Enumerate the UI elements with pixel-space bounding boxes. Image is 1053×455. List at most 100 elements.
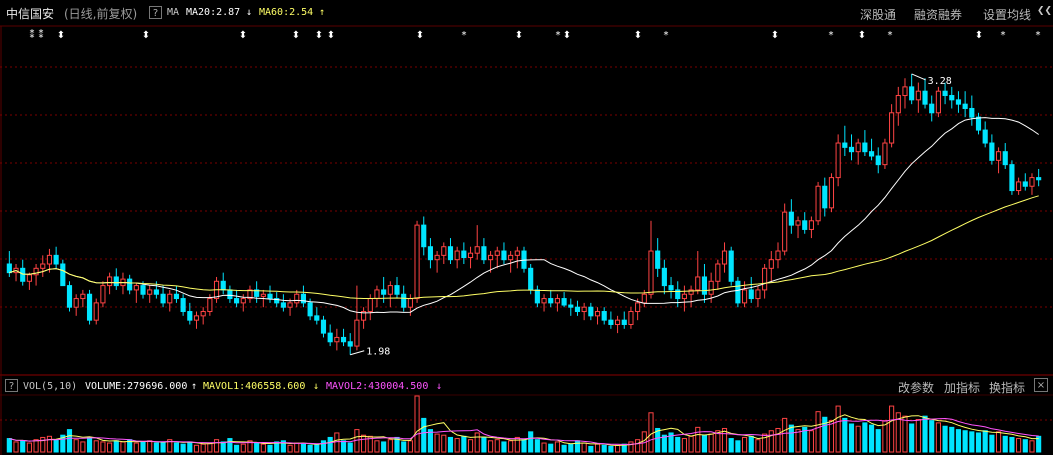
candle-up bbox=[641, 293, 647, 304]
candle-down bbox=[6, 263, 12, 274]
candle-down bbox=[989, 142, 995, 161]
volume-bar-up bbox=[407, 440, 413, 453]
volume-value: VOLUME:279696.000 bbox=[85, 381, 188, 392]
candle-down bbox=[394, 285, 400, 295]
candle-down bbox=[53, 254, 59, 265]
candle-up bbox=[762, 267, 768, 291]
candle-up bbox=[147, 289, 153, 295]
volume-bar-up bbox=[1016, 438, 1022, 453]
switch-indicator-button[interactable]: 换指标 bbox=[989, 379, 1025, 396]
candle-up bbox=[808, 220, 814, 230]
candle-down bbox=[561, 298, 567, 306]
candle-down bbox=[113, 276, 119, 287]
volume-bar-down bbox=[347, 442, 353, 453]
candle-down bbox=[267, 293, 273, 300]
close-icon[interactable]: × bbox=[1034, 378, 1048, 392]
volume-bar-down bbox=[548, 443, 554, 453]
candle-down bbox=[1009, 164, 1015, 192]
event-marker-icon: ⬍ bbox=[515, 30, 523, 41]
volume-bar-down bbox=[254, 442, 260, 453]
volume-bar-up bbox=[33, 439, 39, 453]
volume-bar-up bbox=[387, 439, 393, 453]
volume-bar-up bbox=[494, 439, 500, 453]
mavol2-trend-icon: ↓ bbox=[436, 381, 443, 392]
candle-up bbox=[554, 298, 560, 304]
volume-bar-down bbox=[989, 434, 995, 453]
candle-up bbox=[287, 302, 293, 308]
candle-up bbox=[615, 319, 621, 325]
event-marker-icon: ⁑ bbox=[39, 28, 44, 41]
candle-up bbox=[367, 298, 373, 313]
volume-bar-down bbox=[160, 441, 166, 453]
candle-up bbox=[828, 177, 835, 209]
event-marker-icon: ⬍ bbox=[563, 30, 571, 41]
volume-bar-down bbox=[735, 440, 741, 453]
candle-down bbox=[735, 280, 741, 304]
candle-down bbox=[300, 293, 307, 304]
candle-down bbox=[153, 289, 159, 295]
candle-down bbox=[220, 280, 226, 291]
candle-down bbox=[320, 319, 327, 334]
volume-bar-up bbox=[147, 440, 153, 453]
candle-down bbox=[621, 319, 627, 325]
volume-bar-up bbox=[855, 425, 861, 453]
volume-bar-up bbox=[708, 433, 714, 453]
volume-bar-down bbox=[949, 426, 955, 453]
volume-bar-down bbox=[868, 424, 875, 453]
volume-bar-down bbox=[187, 441, 193, 453]
candle-up bbox=[374, 289, 380, 300]
candle-down bbox=[962, 103, 968, 109]
volume-bar-down bbox=[975, 432, 982, 453]
candle-down bbox=[574, 306, 581, 313]
volume-bar-up bbox=[240, 443, 246, 453]
candle-up bbox=[488, 254, 494, 261]
volume-bar-up bbox=[581, 442, 587, 453]
add-indicator-button[interactable]: 加指标 bbox=[944, 379, 980, 396]
event-marker-icon: ⬍ bbox=[327, 30, 335, 41]
candle-up bbox=[935, 90, 941, 114]
candle-up bbox=[260, 293, 266, 297]
volume-bar-up bbox=[334, 432, 340, 453]
volume-bar-up bbox=[594, 443, 601, 453]
event-marker-icon: ⬍ bbox=[858, 30, 866, 41]
candle-up bbox=[541, 298, 547, 304]
volume-bar-down bbox=[788, 424, 794, 453]
candle-down bbox=[788, 211, 794, 226]
volume-bar-up bbox=[828, 420, 835, 453]
candle-down bbox=[340, 336, 347, 343]
candle-down bbox=[427, 246, 433, 261]
volume-bar-down bbox=[66, 429, 73, 453]
volume-help-icon[interactable]: ? bbox=[5, 379, 18, 392]
volume-bar-up bbox=[93, 440, 99, 453]
candle-down bbox=[66, 285, 73, 308]
candle-up bbox=[882, 142, 888, 166]
volume-bar-down bbox=[6, 438, 12, 453]
candle-up bbox=[835, 142, 841, 179]
volume-bar-down bbox=[320, 440, 327, 453]
event-marker-icon: * bbox=[556, 30, 561, 41]
volume-bar-down bbox=[180, 443, 186, 453]
candle-down bbox=[528, 267, 534, 291]
candle-up bbox=[895, 95, 901, 114]
volume-bar-down bbox=[955, 429, 962, 453]
volume-bar-down bbox=[227, 438, 233, 453]
volume-bar-down bbox=[601, 444, 607, 453]
event-marker-icon: * bbox=[1001, 30, 1006, 41]
volume-bar-down bbox=[1009, 436, 1015, 453]
volume-bar-up bbox=[120, 441, 126, 453]
candle-up bbox=[715, 263, 721, 282]
event-marker-icon: ⬍ bbox=[239, 30, 247, 41]
candle-up bbox=[741, 289, 748, 304]
candle-up bbox=[648, 250, 654, 295]
candle-down bbox=[481, 246, 487, 261]
volume-bar-up bbox=[26, 442, 32, 453]
candle-down bbox=[227, 289, 233, 300]
event-marker-icon: * bbox=[888, 30, 893, 41]
volume-bar-up bbox=[207, 442, 213, 453]
candle-up bbox=[995, 151, 1002, 161]
candle-down bbox=[234, 298, 240, 304]
volume-bar-up bbox=[46, 435, 53, 453]
candle-up bbox=[494, 250, 500, 256]
edit-params-button[interactable]: 改参数 bbox=[898, 379, 934, 396]
volume-bar-down bbox=[748, 435, 754, 453]
